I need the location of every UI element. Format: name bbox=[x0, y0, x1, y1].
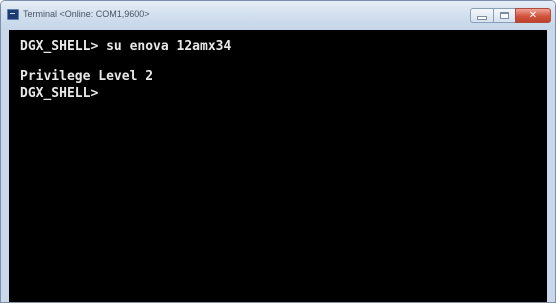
maximize-button[interactable] bbox=[493, 8, 515, 23]
window-title: Terminal <Online: COM1,9600> bbox=[23, 9, 150, 19]
minimize-icon bbox=[478, 17, 486, 19]
terminal-window: Terminal <Online: COM1,9600> ✕ DGX_SHELL… bbox=[0, 0, 556, 303]
window-controls: ✕ bbox=[470, 8, 551, 23]
terminal-line-command: DGX_SHELL> su enova 12amx34 bbox=[20, 39, 232, 54]
vertical-scrollbar[interactable] bbox=[547, 30, 555, 302]
minimize-button[interactable] bbox=[470, 8, 493, 23]
terminal-line-privilege: Privilege Level 2 bbox=[20, 69, 154, 84]
terminal-app-icon[interactable] bbox=[7, 9, 19, 20]
terminal-output[interactable]: DGX_SHELL> su enova 12amx34 Privilege Le… bbox=[9, 30, 547, 302]
terminal-line-prompt: DGX_SHELL> bbox=[20, 86, 99, 101]
title-bar[interactable]: Terminal <Online: COM1,9600> ✕ bbox=[1, 1, 555, 30]
close-button[interactable]: ✕ bbox=[515, 8, 551, 23]
close-icon: ✕ bbox=[528, 10, 538, 21]
maximize-icon bbox=[500, 12, 509, 19]
